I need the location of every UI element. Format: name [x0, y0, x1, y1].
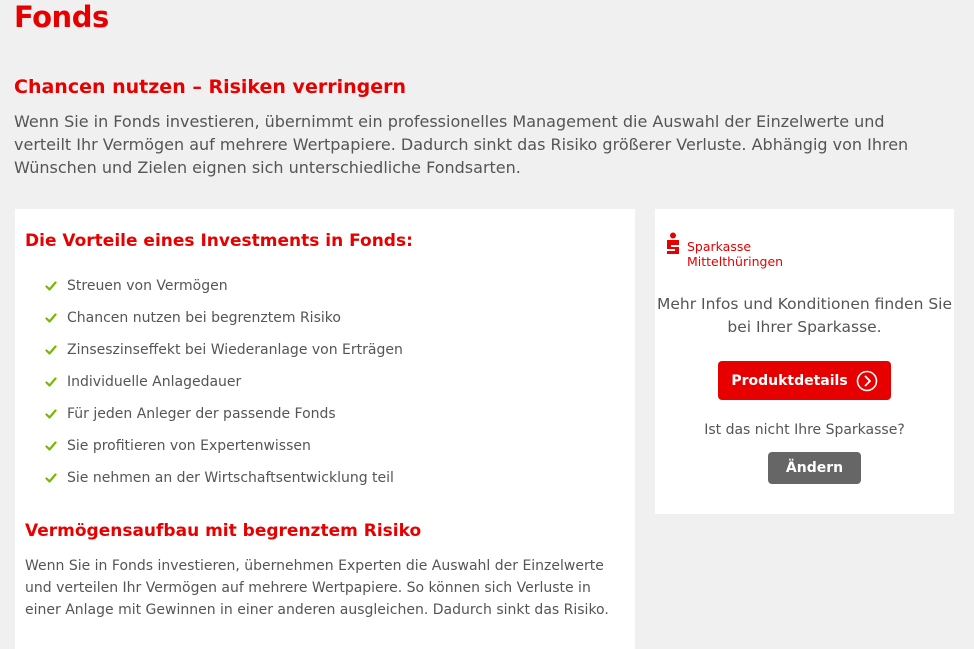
list-item: Sie profitieren von Expertenwissen	[45, 437, 403, 469]
list-item: Streuen von Vermögen	[45, 277, 403, 309]
list-item-label: Streuen von Vermögen	[67, 278, 228, 294]
check-icon	[45, 281, 57, 291]
check-icon	[45, 377, 57, 387]
list-item-label: Für jeden Anleger der passende Fonds	[67, 406, 336, 422]
benefits-list: Streuen von Vermögen Chancen nutzen bei …	[45, 277, 403, 501]
list-item: Für jeden Anleger der passende Fonds	[45, 405, 403, 437]
list-item-label: Chancen nutzen bei begrenztem Risiko	[67, 310, 341, 326]
check-icon	[45, 441, 57, 451]
list-item: Individuelle Anlagedauer	[45, 373, 403, 405]
check-icon	[45, 313, 57, 323]
page-title: Fonds	[14, 0, 109, 34]
circle-arrow-right-icon	[856, 370, 877, 391]
change-sparkasse-button[interactable]: Ändern	[768, 452, 861, 484]
section-subheading: Vermögensaufbau mit begrenztem Risiko	[25, 521, 422, 541]
list-item: Chancen nutzen bei begrenztem Risiko	[45, 309, 403, 341]
list-item-label: Zinseszinseffekt bei Wiederanlage von Er…	[67, 342, 403, 358]
sparkasse-card: Sparkasse Mittelthüringen Mehr Infos und…	[655, 209, 954, 514]
intro-heading: Chancen nutzen – Risiken verringern	[14, 76, 406, 98]
sparkasse-name-line2: Mittelthüringen	[687, 254, 784, 269]
check-icon	[45, 409, 57, 419]
benefits-card: Die Vorteile eines Investments in Fonds:…	[15, 209, 635, 649]
product-details-label: Produktdetails	[731, 372, 848, 389]
section-body: Wenn Sie in Fonds investieren, übernehme…	[25, 558, 609, 618]
sparkasse-logo[interactable]: Sparkasse Mittelthüringen	[665, 231, 783, 269]
sparkasse-name: Sparkasse Mittelthüringen	[687, 231, 783, 269]
list-item-label: Sie profitieren von Expertenwissen	[67, 438, 311, 454]
benefits-heading: Die Vorteile eines Investments in Fonds:	[25, 231, 413, 251]
check-icon	[45, 473, 57, 483]
info-text: Mehr Infos und Konditionen finden Sie be…	[657, 295, 952, 336]
intro-text: Wenn Sie in Fonds investieren, übernimmt…	[14, 112, 909, 177]
list-item-label: Sie nehmen an der Wirtschaftsentwicklung…	[67, 470, 394, 486]
sparkasse-name-line1: Sparkasse	[687, 239, 752, 254]
list-item-label: Individuelle Anlagedauer	[67, 374, 242, 390]
list-item: Sie nehmen an der Wirtschaftsentwicklung…	[45, 469, 403, 501]
product-details-button[interactable]: Produktdetails	[718, 361, 891, 400]
check-icon	[45, 345, 57, 355]
sparkasse-question: Ist das nicht Ihre Sparkasse?	[704, 422, 905, 438]
sparkasse-s-logo-icon	[667, 232, 679, 254]
list-item: Zinseszinseffekt bei Wiederanlage von Er…	[45, 341, 403, 373]
